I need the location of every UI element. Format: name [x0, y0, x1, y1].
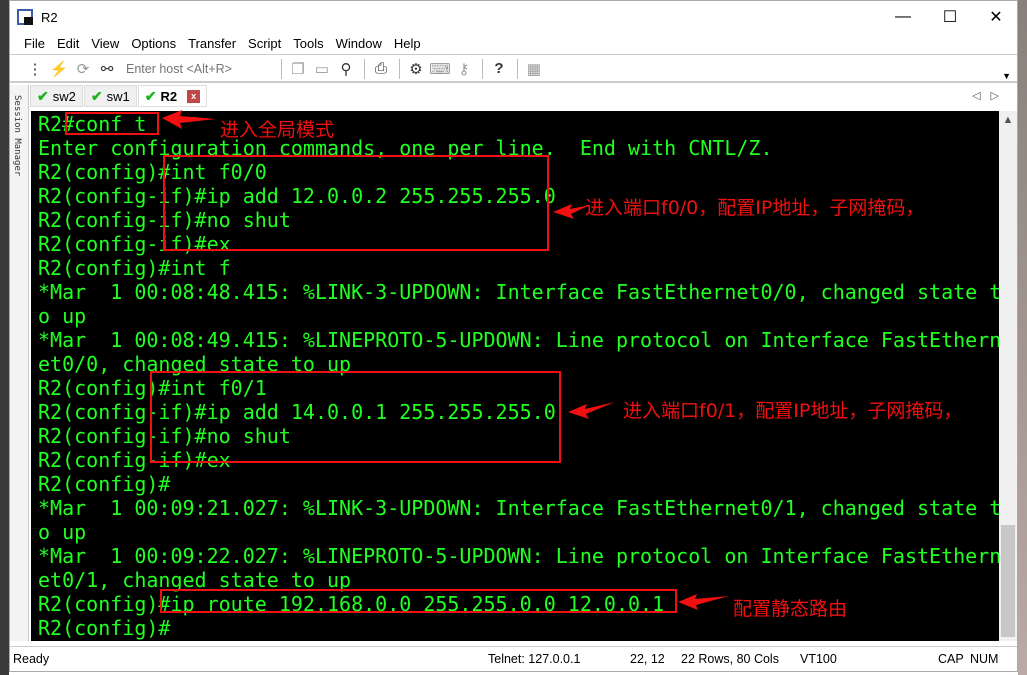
annotation-f01: 进入端口f0/1，配置IP地址，子网掩码，: [623, 400, 963, 422]
arrow-icon: [162, 110, 216, 129]
annotation-arrows: [162, 110, 729, 610]
arrow-icon: [568, 402, 615, 419]
annotation-global-mode: 进入全局模式: [220, 119, 335, 141]
arrow-icon: [678, 594, 729, 610]
annotation-f00: 进入端口f0/0，配置IP地址，子网掩码，: [585, 197, 925, 219]
annotation-static-route: 配置静态路由: [733, 598, 848, 620]
